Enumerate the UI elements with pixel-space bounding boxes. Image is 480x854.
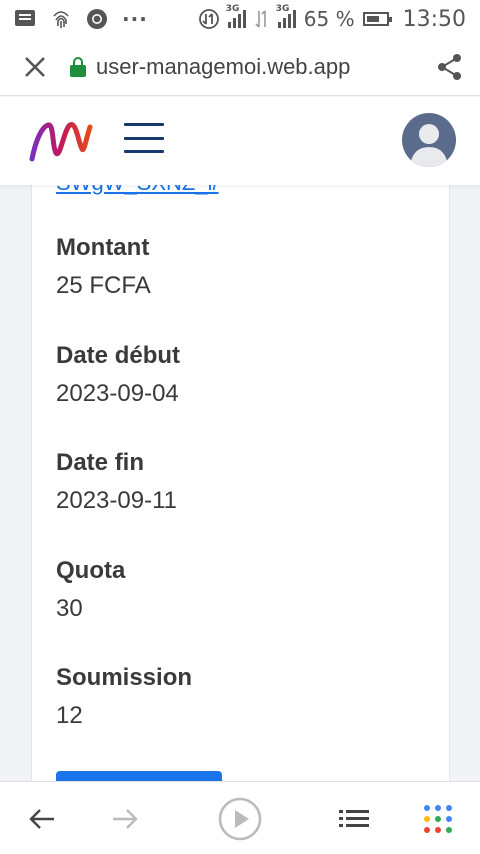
close-icon[interactable]	[0, 38, 70, 96]
field-value: 2023-09-04	[56, 380, 179, 407]
status-bar: ··· 3G 3G 65 % 13:50	[0, 0, 480, 38]
network-type-label: 3G	[225, 4, 240, 14]
field-quota: Quota 30	[56, 557, 125, 623]
field-label: Soumission	[56, 664, 193, 691]
field-soumission: Soumission 12	[56, 664, 192, 730]
back-arrow-icon[interactable]	[2, 782, 82, 854]
url-text: user-managemoi.web.app	[96, 53, 351, 79]
app-header	[0, 97, 480, 185]
signal-icon: 3G	[226, 4, 246, 28]
network-type-label: 3G	[275, 4, 290, 14]
message-icon	[15, 10, 35, 26]
fingerprint-icon	[53, 11, 69, 28]
field-value: 12	[56, 702, 83, 729]
field-date-debut: Date début 2023-09-04	[56, 342, 180, 408]
field-value: 30	[56, 595, 83, 622]
action-button[interactable]	[56, 771, 222, 781]
main-content: SWgW_SXNZ_i/ Montant 25 FCFA Date début …	[0, 185, 480, 781]
data-transfer-icon	[198, 9, 219, 29]
field-montant: Montant 25 FCFA	[56, 234, 151, 300]
details-card: SWgW_SXNZ_i/ Montant 25 FCFA Date début …	[31, 185, 450, 781]
list-icon[interactable]	[314, 782, 394, 854]
clock-time: 13:50	[402, 6, 466, 32]
address-field[interactable]: user-managemoi.web.app	[70, 54, 420, 80]
play-circle-icon[interactable]	[200, 782, 280, 854]
field-label: Date fin	[56, 449, 145, 476]
browser-url-bar: user-managemoi.web.app	[0, 38, 480, 96]
field-label: Quota	[56, 557, 126, 584]
hamburger-icon[interactable]	[124, 123, 164, 153]
data-arrows-icon	[255, 10, 266, 28]
field-label: Montant	[56, 234, 150, 261]
field-label: Date début	[56, 342, 181, 369]
user-avatar-icon[interactable]	[402, 113, 456, 167]
share-icon[interactable]	[420, 38, 480, 96]
battery-icon	[362, 12, 392, 26]
apps-grid-icon[interactable]	[398, 782, 478, 854]
signal-icon: 3G	[276, 4, 296, 28]
field-value: 25 FCFA	[56, 272, 151, 299]
browser-bottom-nav	[0, 781, 480, 854]
field-value: 2023-09-11	[56, 487, 177, 514]
battery-percent: 65 %	[303, 7, 355, 31]
m-logo-icon[interactable]	[28, 119, 94, 163]
more-dots-icon: ···	[122, 7, 148, 31]
lock-icon	[70, 56, 86, 77]
field-date-fin: Date fin 2023-09-11	[56, 449, 177, 515]
chrome-icon	[87, 9, 107, 29]
partial-link[interactable]: SWgW_SXNZ_i/	[56, 185, 219, 196]
forward-arrow-icon[interactable]	[85, 782, 165, 854]
